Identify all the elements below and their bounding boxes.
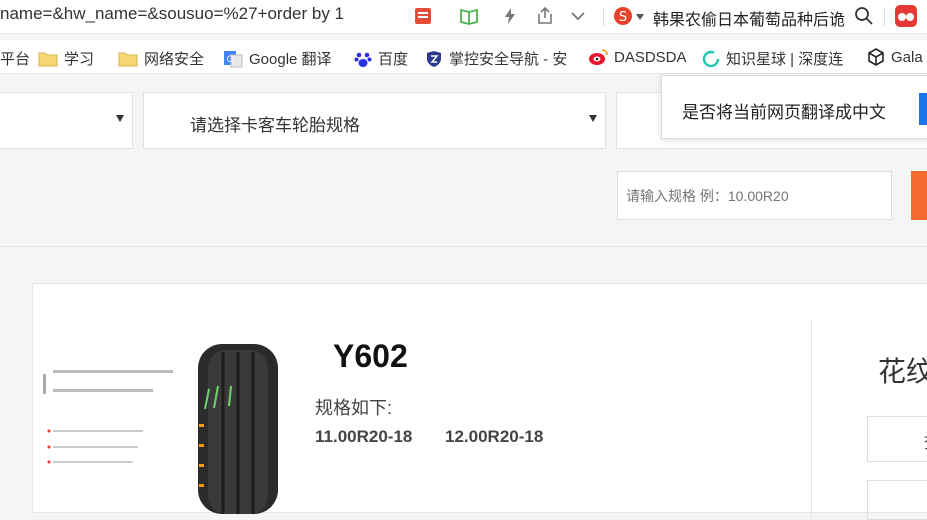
- cube-icon: [868, 48, 884, 66]
- bookmark-label: Google 翻译: [249, 51, 332, 68]
- bookmark-item[interactable]: 学习: [38, 48, 94, 69]
- bookmark-item[interactable]: 掌控安全导航 - 安: [425, 48, 567, 69]
- book-icon[interactable]: [459, 6, 479, 26]
- spec-item[interactable]: 11.00R20-18: [315, 427, 412, 447]
- card-divider: [811, 320, 812, 520]
- bookmarks-bar: 平台 学习 网络安全 G Google 翻译 百度 掌控安全导航 - 安 DAS…: [0, 40, 927, 74]
- bookmark-label: 掌控安全导航 - 安: [449, 51, 568, 68]
- baidu-icon: [354, 52, 372, 67]
- shield-icon: [427, 50, 441, 67]
- svg-text:S: S: [619, 10, 627, 25]
- folder-icon: [38, 52, 58, 66]
- translate-button[interactable]: [919, 93, 927, 125]
- tire-spec-select[interactable]: 请选择卡客车轮胎规格: [143, 92, 606, 149]
- bookmark-label: 平台: [0, 51, 31, 68]
- pattern-option[interactable]: [867, 480, 927, 520]
- search-box[interactable]: 韩果农偷日本葡萄品种后诡: [653, 6, 845, 30]
- search-button[interactable]: [911, 171, 927, 220]
- product-model[interactable]: Y602: [333, 338, 408, 375]
- lightning-icon[interactable]: [500, 6, 520, 26]
- product-image[interactable]: [33, 334, 278, 514]
- google-translate-icon: G: [224, 50, 243, 67]
- pattern-heading: 花纹: [878, 356, 927, 387]
- toolbar-separator: [603, 8, 604, 26]
- browser-toolbar: name=&hw_name=&sousuo=%27+order by 1 S 韩…: [0, 0, 927, 34]
- pattern-query-button[interactable]: 查: [867, 416, 927, 462]
- engine-dropdown-icon[interactable]: [636, 14, 644, 20]
- svg-text:G: G: [227, 55, 234, 65]
- planet-icon: [702, 50, 720, 67]
- extension-icon[interactable]: [894, 4, 918, 28]
- translate-message: 是否将当前网页翻译成中文: [682, 103, 886, 122]
- tire-spec-select-label: 请选择卡客车轮胎规格: [190, 116, 360, 135]
- toolbar-separator: [884, 8, 885, 26]
- chevron-down-icon[interactable]: [568, 6, 588, 26]
- bookmark-item[interactable]: Gala: [867, 48, 923, 66]
- bookmark-item[interactable]: G Google 翻译: [223, 48, 332, 69]
- reader-icon[interactable]: [413, 6, 433, 26]
- share-icon[interactable]: [535, 6, 555, 26]
- bookmark-item[interactable]: 平台: [0, 48, 30, 69]
- weibo-icon: [589, 49, 608, 65]
- product-card: Y602 规格如下: 11.00R20-18 12.00R20-18 花纹 查: [32, 283, 927, 520]
- spec-heading: 规格如下:: [315, 398, 393, 418]
- section-divider: [0, 246, 927, 247]
- search-icon[interactable]: [854, 6, 874, 26]
- folder-icon: [118, 52, 138, 66]
- category-select[interactable]: [0, 92, 133, 149]
- spec-item[interactable]: 12.00R20-18: [445, 427, 543, 447]
- bookmark-label: 学习: [64, 51, 95, 68]
- bookmark-label: DASDSDA: [614, 48, 687, 66]
- bookmark-item[interactable]: 知识星球 | 深度连: [702, 48, 843, 69]
- chevron-down-icon: [116, 115, 124, 122]
- chevron-down-icon: [589, 115, 597, 122]
- translate-popup: 是否将当前网页翻译成中文: [661, 75, 927, 139]
- bookmark-item[interactable]: 网络安全: [118, 48, 204, 69]
- tire-image: [43, 344, 278, 514]
- bookmark-label: 知识星球 | 深度连: [726, 51, 844, 68]
- bookmark-label: Gala: [891, 48, 923, 66]
- bookmark-label: 网络安全: [144, 51, 205, 68]
- address-bar[interactable]: name=&hw_name=&sousuo=%27+order by 1: [0, 4, 344, 24]
- search-engine-icon[interactable]: S: [613, 6, 633, 26]
- bookmark-label: 百度: [378, 51, 409, 68]
- spec-search-input[interactable]: [617, 171, 892, 220]
- bookmark-item[interactable]: 百度: [354, 48, 408, 69]
- bookmark-item[interactable]: DASDSDA: [588, 48, 687, 66]
